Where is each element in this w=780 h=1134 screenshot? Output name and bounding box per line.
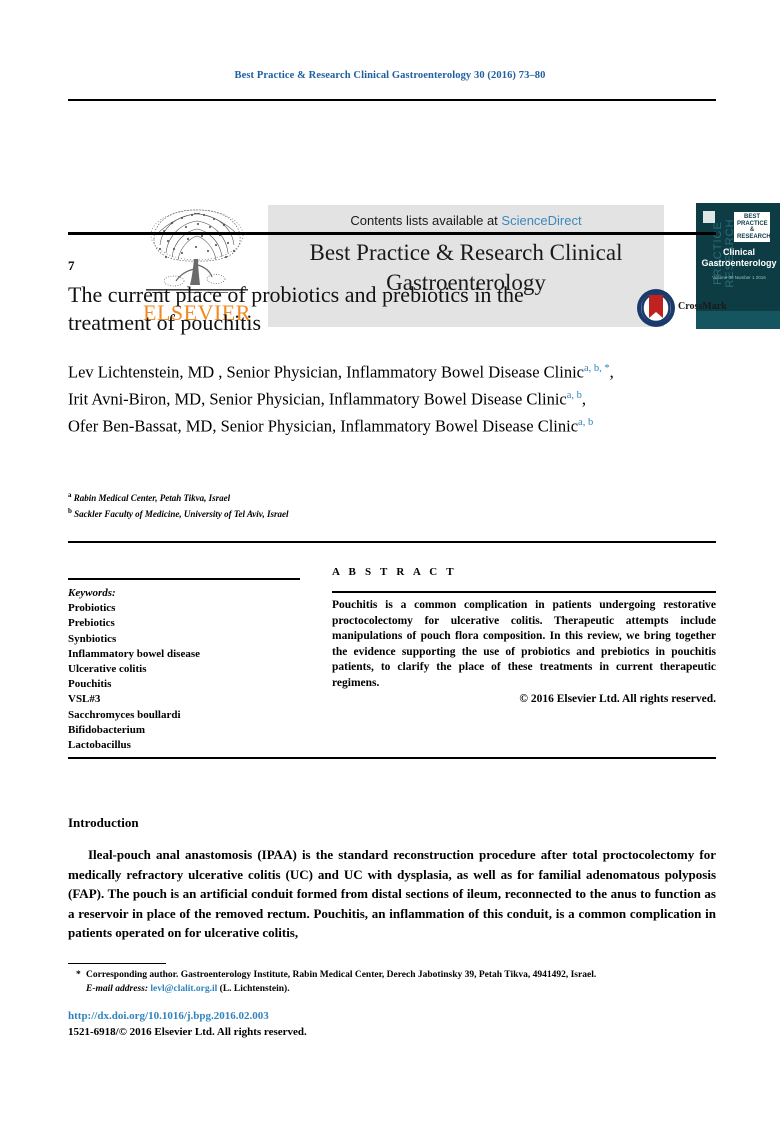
- affiliation-item: a Rabin Medical Center, Petah Tikva, Isr…: [68, 489, 628, 505]
- affiliation-text: Rabin Medical Center, Petah Tikva, Israe…: [73, 493, 231, 503]
- keyword-item[interactable]: Inflammatory bowel disease: [68, 647, 300, 662]
- crossmark-icon: [637, 289, 675, 327]
- crossmark-badge[interactable]: CrossMark: [636, 288, 727, 330]
- author-affiliation-marks[interactable]: a, b: [567, 390, 582, 401]
- abstract-block-bottom-rule: [68, 757, 716, 759]
- crossmark-label: CrossMark: [678, 301, 727, 312]
- contents-line: Contents lists available at ScienceDirec…: [268, 213, 664, 228]
- page-title: The current place of probiotics and preb…: [68, 282, 524, 335]
- author-affiliation-marks[interactable]: a, b: [578, 417, 593, 428]
- cover-series-badge: BEST PRACTICE & RESEARCH: [734, 212, 771, 242]
- keyword-item[interactable]: Sacchromyces boullardi: [68, 708, 300, 723]
- abstract-heading-rule: [332, 591, 716, 593]
- keyword-item[interactable]: VSL#3: [68, 692, 300, 707]
- author-separator: ,: [609, 362, 614, 382]
- keyword-item[interactable]: Lactobacillus: [68, 738, 300, 753]
- keywords-block: Keywords: Probiotics Prebiotics Synbioti…: [68, 586, 300, 753]
- corresponding-address: Corresponding author. Gastroenterology I…: [86, 970, 597, 980]
- issn-copyright-line: 1521-6918/© 2016 Elsevier Ltd. All right…: [68, 1026, 307, 1038]
- keywords-top-rule: [68, 578, 300, 580]
- keyword-item[interactable]: Pouchitis: [68, 677, 300, 692]
- corresponding-marker: *: [76, 970, 81, 980]
- journal-masthead: ELSEVIER Contents lists available at Sci…: [68, 99, 780, 329]
- affiliation-mark: a: [68, 491, 72, 499]
- keyword-item[interactable]: Probiotics: [68, 601, 300, 616]
- corresponding-body: Corresponding author. Gastroenterology I…: [76, 969, 716, 996]
- article-number: 7: [68, 258, 75, 273]
- author-name: Irit Avni-Biron, MD, Senior Physician, I…: [68, 389, 567, 409]
- keywords-heading: Keywords:: [68, 587, 116, 599]
- author-affiliation-marks[interactable]: a, b, *: [584, 363, 610, 374]
- body-paragraph: Ileal-pouch anal anastomosis (IPAA) is t…: [68, 847, 716, 941]
- cover-title: Clinical Gastroenterology: [701, 247, 777, 268]
- article-page: Best Practice & Research Clinical Gastro…: [0, 0, 780, 1134]
- abstract-copyright: © 2016 Elsevier Ltd. All rights reserved…: [519, 693, 716, 705]
- email-label: E-mail address:: [86, 983, 149, 994]
- footnote-rule: [68, 963, 166, 964]
- cover-subtitle: Volume 30 Number 1 2016: [712, 275, 766, 280]
- corresponding-author-footnote: * Corresponding author. Gastroenterology…: [76, 969, 716, 996]
- email-owner: (L. Lichtenstein).: [219, 983, 290, 994]
- doi-link[interactable]: http://dx.doi.org/10.1016/j.bpg.2016.02.…: [68, 1010, 269, 1022]
- abstract-block-top-rule: [68, 541, 716, 543]
- contents-prefix: Contents lists available at: [350, 213, 502, 228]
- abstract-text: Pouchitis is a common complication in pa…: [332, 599, 716, 689]
- masthead-bottom-rule: [68, 232, 716, 235]
- section-heading-introduction: Introduction: [68, 815, 139, 830]
- keyword-item[interactable]: Bifidobacterium: [68, 723, 300, 738]
- affiliation-list: a Rabin Medical Center, Petah Tikva, Isr…: [68, 489, 628, 520]
- author-name: Lev Lichtenstein, MD , Senior Physician,…: [68, 362, 584, 382]
- keyword-item[interactable]: Prebiotics: [68, 616, 300, 631]
- keyword-item[interactable]: Ulcerative colitis: [68, 662, 300, 677]
- author-name: Ofer Ben-Bassat, MD, Senior Physician, I…: [68, 416, 579, 436]
- email-link[interactable]: levl@clalit.org.il: [150, 984, 217, 994]
- keyword-item[interactable]: Synbiotics: [68, 632, 300, 647]
- affiliation-mark: b: [68, 506, 72, 515]
- affiliation-item: b Sackler Faculty of Medicine, Universit…: [68, 505, 628, 521]
- author-list: Lev Lichtenstein, MD , Senior Physician,…: [68, 357, 628, 438]
- author-separator: ,: [581, 389, 587, 409]
- affiliation-text: Sackler Faculty of Medicine, University …: [74, 508, 289, 519]
- abstract-heading: A B S T R A C T: [332, 566, 457, 578]
- running-head: Best Practice & Research Clinical Gastro…: [234, 70, 546, 81]
- sciencedirect-link[interactable]: ScienceDirect: [501, 213, 581, 228]
